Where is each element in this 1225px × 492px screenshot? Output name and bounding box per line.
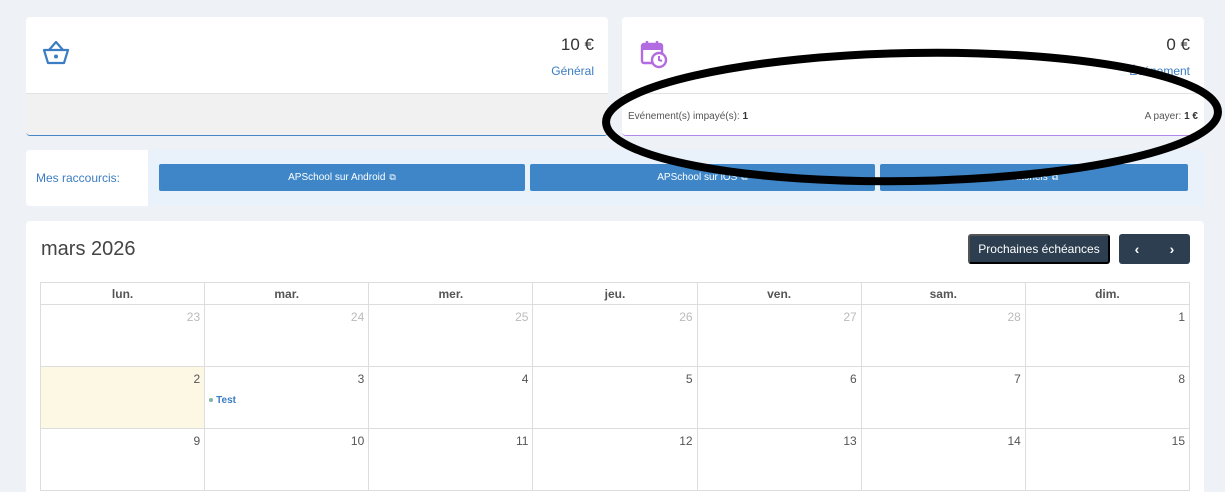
weekday-header: jeu. [532, 282, 698, 305]
calendar-day-cell[interactable]: 24 [204, 304, 370, 367]
calendar-day-cell[interactable]: 12 [532, 428, 698, 491]
general-card-header: 10 € Général [26, 17, 608, 93]
day-number: 23 [186, 310, 201, 324]
event-card-footer: Evénement(s) impayé(s): 1 A payer: 1 € [622, 93, 1204, 135]
day-number: 13 [843, 434, 857, 448]
calendar-event[interactable]: Test [209, 395, 236, 406]
day-number: 3 [357, 372, 365, 386]
calendar-day-cell[interactable]: 27 [696, 304, 862, 367]
day-number: 4 [521, 372, 529, 386]
day-number: 26 [679, 310, 693, 324]
calendar-day-cell[interactable]: 6 [696, 366, 862, 429]
weekday-header: dim. [1024, 282, 1191, 305]
android-app-button[interactable]: APSchool sur Android ⧉ [159, 164, 525, 191]
shortcuts-label-box: Mes raccourcis: [26, 150, 148, 206]
basket-icon [40, 39, 72, 72]
ios-app-button[interactable]: APSchool sur iOS ⧉ [530, 164, 875, 191]
calendar-day-cell[interactable]: 15 [1024, 428, 1191, 491]
shortcuts-bar: Mes raccourcis: APSchool sur Android ⧉ AP… [26, 150, 1204, 206]
day-number: 27 [843, 310, 857, 324]
calendar-day-cell[interactable]: 5 [532, 366, 698, 429]
calendar-day-cell[interactable]: 23 [39, 304, 206, 367]
day-number: 9 [193, 434, 201, 448]
weekday-header-row: lun. mar. mer. jeu. ven. sam. dim. [39, 282, 1191, 305]
to-pay-amount: 1 € [1184, 111, 1198, 122]
event-link[interactable]: Événement [1129, 64, 1190, 78]
weekday-header: mar. [204, 282, 370, 305]
calendar-day-cell[interactable]: 3 Test [204, 366, 370, 429]
unpaid-events: Evénement(s) impayé(s): 1 [628, 111, 749, 122]
day-number: 5 [685, 372, 693, 386]
tutorials-button[interactable]: Tutoriels ⧉ [880, 164, 1188, 191]
general-amount: 10 € [560, 35, 594, 54]
calendar-day-cell[interactable]: 10 [204, 428, 370, 491]
external-link-icon: ⧉ [1051, 172, 1059, 182]
day-number: 24 [350, 310, 365, 324]
calendar-week-row: 9 10 11 12 13 14 15 [39, 428, 1191, 491]
event-balance-card[interactable]: 0 € Événement Evénement(s) impayé(s): 1 … [622, 17, 1204, 136]
event-amount: 0 € [1166, 35, 1190, 54]
day-number: 1 [1178, 310, 1185, 324]
calendar-week-row: 23 24 25 26 27 28 1 [39, 304, 1191, 367]
weekday-header: lun. [39, 282, 206, 305]
day-number: 6 [850, 372, 857, 386]
amount-to-pay: A payer: 1 € [1144, 111, 1198, 122]
calendar-day-cell[interactable]: 4 [368, 366, 534, 429]
month-nav-group: ‹ › [1119, 234, 1190, 264]
external-link-icon: ⧉ [741, 172, 748, 182]
calendar-day-cell[interactable]: 14 [860, 428, 1026, 491]
calendar-day-cell[interactable]: 28 [860, 304, 1026, 367]
calendar-day-cell[interactable]: 13 [696, 428, 862, 491]
unpaid-count: 1 [742, 111, 749, 122]
day-number: 25 [515, 310, 529, 324]
weekday-header: mer. [368, 282, 534, 305]
calendar-clock-icon [640, 39, 668, 74]
general-balance-card[interactable]: 10 € Général [26, 17, 608, 136]
calendar-day-cell[interactable]: 8 [1024, 366, 1191, 429]
event-dot-icon [209, 398, 214, 403]
calendar-day-cell[interactable]: 11 [368, 428, 534, 491]
day-number: 11 [515, 434, 529, 448]
calendar-month-title: mars 2026 [41, 238, 136, 260]
day-number: 10 [350, 434, 365, 448]
weekday-header: ven. [696, 282, 862, 305]
chevron-left-icon[interactable]: ‹ [1120, 241, 1155, 257]
calendar-day-cell[interactable]: 1 [1024, 304, 1191, 367]
weekday-header: sam. [860, 282, 1026, 305]
next-due-button[interactable]: Prochaines échéances [968, 234, 1110, 264]
dashboard-page: 10 € Général 0 € Événement Evénement(s) … [0, 0, 1225, 492]
shortcuts-label: Mes raccourcis: [36, 171, 121, 185]
calendar-panel: mars 2026 Prochaines échéances ‹ › lun. … [26, 221, 1204, 492]
calendar-day-cell-today[interactable]: 2 [39, 366, 206, 429]
external-link-icon: ⧉ [389, 172, 396, 182]
day-number: 8 [1178, 372, 1185, 386]
general-card-footer [26, 93, 608, 135]
calendar-grid: lun. mar. mer. jeu. ven. sam. dim. 23 24… [39, 282, 1191, 491]
calendar-day-cell[interactable]: 26 [532, 304, 698, 367]
chevron-right-icon[interactable]: › [1155, 241, 1190, 257]
day-number: 7 [1014, 372, 1021, 386]
shortcuts-buttons-area: APSchool sur Android ⧉ APSchool sur iOS ⧉ … [148, 150, 1204, 206]
calendar-day-cell[interactable]: 9 [39, 428, 206, 491]
event-card-header: 0 € Événement [622, 17, 1204, 93]
calendar-day-cell[interactable]: 7 [860, 366, 1026, 429]
calendar-day-cell[interactable]: 25 [368, 304, 534, 367]
day-number: 12 [679, 434, 693, 448]
day-number: 14 [1007, 434, 1021, 448]
general-link[interactable]: Général [551, 64, 594, 78]
calendar-week-row: 2 3 Test 4 5 6 7 8 [39, 366, 1191, 429]
day-number: 2 [193, 372, 201, 386]
day-number: 15 [1171, 434, 1185, 448]
day-number: 28 [1007, 310, 1021, 324]
